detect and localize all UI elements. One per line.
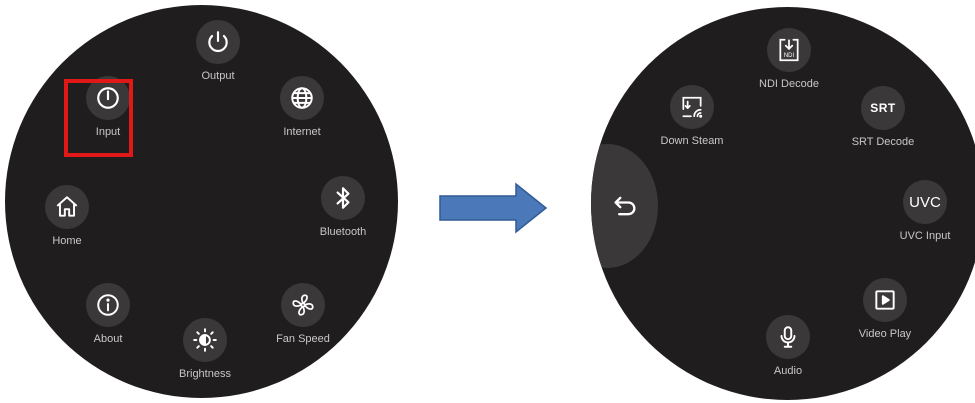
input-label: Input [95, 126, 121, 138]
ndi-icon-text: NDI [784, 53, 795, 59]
ndi-decode-menu-item[interactable]: NDI NDI Decode [734, 28, 844, 91]
internet-menu-item[interactable]: Internet [247, 76, 357, 139]
microphone-icon [780, 326, 796, 348]
uvc-input-label: UVC Input [899, 230, 951, 242]
down-steam-menu-item[interactable]: Down Steam [637, 85, 747, 148]
video-play-label: Video Play [858, 328, 912, 340]
about-menu-item[interactable]: About [53, 283, 163, 346]
back-icon [614, 196, 636, 216]
brightness-button[interactable] [183, 318, 227, 362]
audio-button[interactable] [766, 315, 810, 359]
info-icon [97, 294, 119, 316]
cast-icon [682, 96, 703, 118]
uvc-input-button[interactable]: UVC [903, 180, 947, 224]
fan-speed-button[interactable] [281, 283, 325, 327]
video-play-button[interactable] [863, 278, 907, 322]
power-icon [97, 87, 119, 109]
globe-icon [291, 87, 313, 109]
srt-icon: SRT [870, 101, 896, 115]
down-steam-label: Down Steam [660, 135, 724, 147]
about-label: About [93, 333, 123, 345]
video-play-menu-item[interactable]: Video Play [830, 278, 940, 341]
output-button[interactable] [196, 20, 240, 64]
home-button[interactable] [45, 185, 89, 229]
audio-menu-item[interactable]: Audio [733, 315, 843, 378]
audio-label: Audio [773, 365, 803, 377]
input-button[interactable] [86, 76, 130, 120]
bluetooth-icon [336, 187, 350, 209]
srt-decode-label: SRT Decode [851, 136, 915, 148]
srt-decode-menu-item[interactable]: SRT SRT Decode [828, 86, 938, 149]
right-arrow-icon [438, 182, 550, 234]
fan-speed-label: Fan Speed [276, 333, 330, 345]
srt-decode-button[interactable]: SRT [861, 86, 905, 130]
power-icon [208, 31, 228, 53]
uvc-icon: UVC [909, 193, 941, 211]
bluetooth-button[interactable] [321, 176, 365, 220]
home-label: Home [52, 235, 82, 247]
internet-button[interactable] [280, 76, 324, 120]
brightness-icon [193, 328, 217, 352]
fan-icon [292, 294, 314, 316]
uvc-input-menu-item[interactable]: UVC UVC Input [870, 180, 975, 243]
brightness-label: Brightness [179, 368, 231, 380]
output-menu-item[interactable]: Output [163, 20, 273, 83]
down-steam-button[interactable] [670, 85, 714, 129]
ndi-decode-button[interactable]: NDI [767, 28, 811, 72]
fan-speed-menu-item[interactable]: Fan Speed [248, 283, 358, 346]
home-menu-item[interactable]: Home [12, 185, 122, 248]
home-icon [56, 196, 78, 217]
brightness-menu-item[interactable]: Brightness [150, 318, 260, 381]
play-icon [875, 290, 895, 310]
internet-label: Internet [283, 126, 321, 138]
ndi-icon: NDI [779, 38, 799, 62]
bluetooth-label: Bluetooth [319, 226, 367, 238]
input-menu-item[interactable]: Input [53, 76, 163, 139]
about-button[interactable] [86, 283, 130, 327]
bluetooth-menu-item[interactable]: Bluetooth [288, 176, 398, 239]
